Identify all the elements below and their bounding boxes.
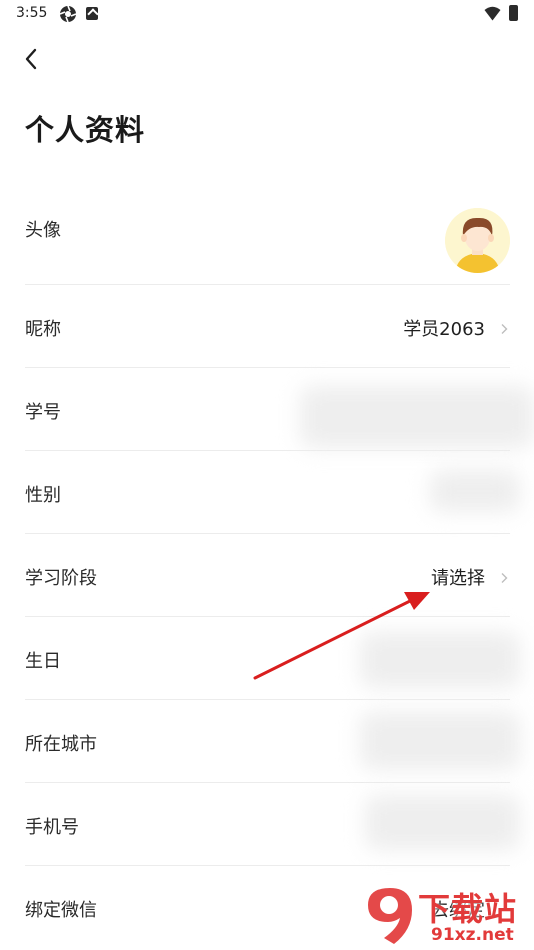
aperture-icon: [59, 5, 77, 23]
row-label-gender: 性别: [25, 485, 61, 506]
study-stage-value: 请选择: [431, 568, 485, 589]
chevron-right-icon: [498, 569, 510, 583]
study-stage-row[interactable]: 学习阶段 请选择: [25, 534, 510, 617]
avatar[interactable]: [445, 208, 510, 273]
status-time: 3:55: [16, 5, 48, 21]
row-label-avatar: 头像: [25, 220, 61, 241]
wifi-icon: [484, 6, 501, 21]
chevron-left-icon: [25, 48, 37, 70]
watermark-logo: [368, 888, 412, 944]
row-label-nickname: 昵称: [25, 319, 61, 340]
notification-app-icon: [86, 7, 98, 20]
row-label-student-id: 学号: [25, 402, 61, 423]
status-bar: 3:55: [0, 0, 534, 28]
row-label-city: 所在城市: [25, 734, 97, 755]
chevron-right-icon: [498, 320, 510, 334]
page-title: 个人资料: [25, 113, 146, 147]
watermark-brand: 下载站: [418, 890, 518, 928]
row-label-study-stage: 学习阶段: [25, 568, 97, 589]
back-button[interactable]: [18, 45, 46, 73]
redacted-city: [360, 712, 520, 770]
watermark-site: 91xz.net: [431, 925, 514, 945]
avatar-row[interactable]: 头像: [25, 195, 510, 285]
redacted-gender: [430, 470, 520, 512]
battery-icon: [509, 5, 518, 21]
row-label-phone: 手机号: [25, 817, 79, 838]
row-label-birthday: 生日: [25, 651, 61, 672]
redacted-student-id: [300, 386, 534, 448]
redacted-phone: [365, 795, 520, 850]
user-avatar-icon: [445, 208, 510, 273]
row-label-wechat: 绑定微信: [25, 900, 97, 921]
nickname-value: 学员2063: [403, 319, 485, 340]
nickname-row[interactable]: 昵称 学员2063: [25, 285, 510, 368]
redacted-birthday: [360, 632, 520, 688]
